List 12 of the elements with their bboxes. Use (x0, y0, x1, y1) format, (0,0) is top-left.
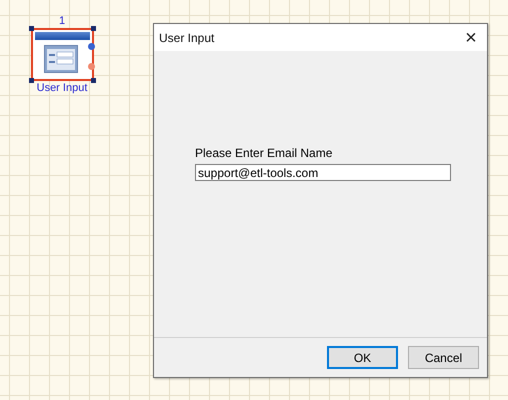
email-input-field[interactable]: support@etl-tools.com (195, 164, 451, 181)
close-button[interactable]: × (455, 28, 487, 48)
component-node[interactable] (30, 28, 94, 81)
form-icon (44, 45, 78, 73)
cancel-button[interactable]: Cancel (408, 346, 479, 369)
window-title: User Input (159, 30, 214, 44)
node-number: 1 (58, 15, 66, 27)
node-label: User Input (36, 82, 88, 94)
error-port-icon[interactable] (88, 63, 94, 70)
prompt-label: Please Enter Email Name (195, 146, 334, 160)
ok-button[interactable]: OK (327, 346, 398, 369)
output-port-icon[interactable] (88, 43, 94, 50)
